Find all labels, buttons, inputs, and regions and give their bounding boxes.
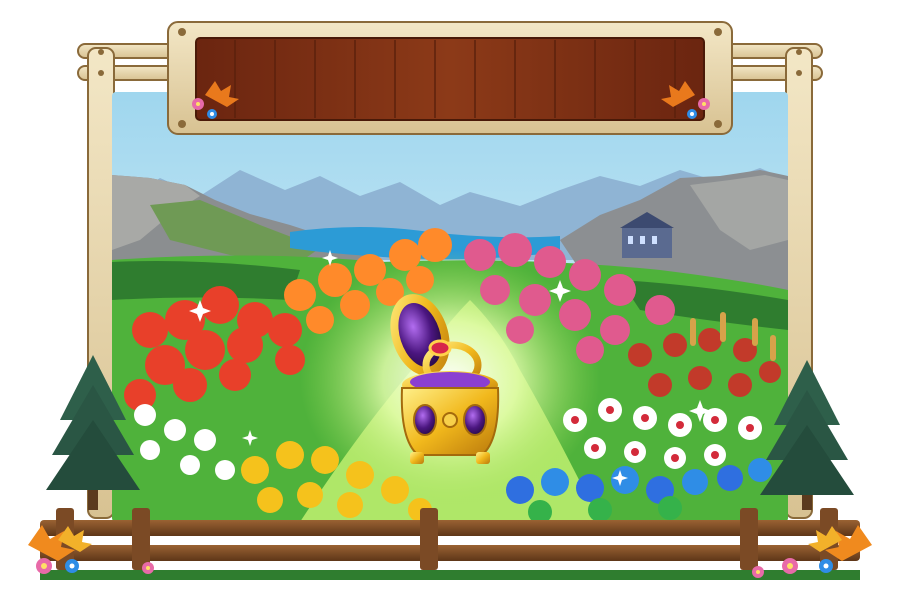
blue-flower-icon [687, 109, 697, 119]
blue-flower-icon [819, 559, 833, 573]
blue-flower-icon [207, 109, 217, 119]
title-banner [167, 21, 733, 135]
pink-flower-icon [192, 98, 204, 110]
scene-canvas [28, 21, 872, 580]
game-scene [0, 0, 900, 600]
blue-flower-icon [65, 559, 79, 573]
pink-flower-icon [698, 98, 710, 110]
landscape [112, 92, 788, 522]
